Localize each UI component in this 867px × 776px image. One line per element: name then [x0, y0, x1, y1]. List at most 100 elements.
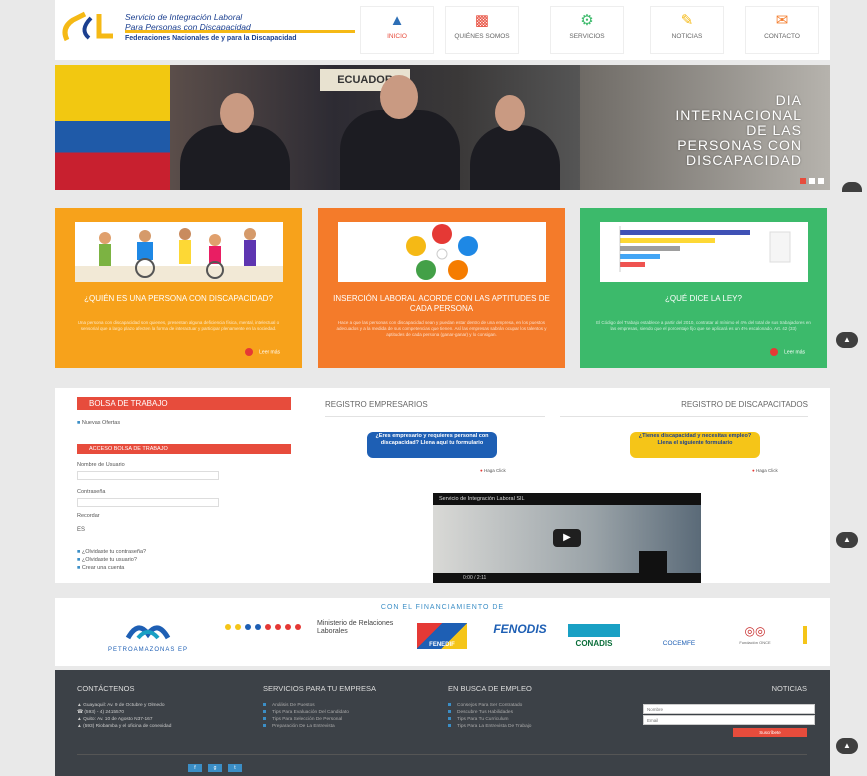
card-image — [75, 222, 283, 282]
discapacitados-click-link[interactable]: ● Haga Click — [752, 468, 778, 473]
gears-icon: ⚙ — [580, 12, 594, 29]
scroll-top-button[interactable]: ▲ — [836, 532, 858, 548]
logo-divider — [125, 30, 355, 33]
nav-inicio[interactable]: ▲ INICIO — [360, 6, 434, 54]
jobs-link[interactable]: Descubre Tus Habilidades — [448, 709, 628, 716]
read-more-link[interactable]: Leer más — [770, 348, 805, 356]
card-body: Una persona con discapacidad son quienes… — [77, 320, 280, 331]
facebook-icon[interactable]: f — [188, 764, 202, 772]
envelope-icon: ✉ — [775, 12, 789, 29]
jobs-link[interactable]: Tips Para La Entrevista De Trabajo — [448, 723, 628, 730]
bullet-icon — [263, 717, 266, 721]
twitter-icon[interactable]: t — [228, 764, 242, 772]
card-body: El Código del Trabajo establece a partir… — [596, 320, 811, 331]
video-time: 0:00 / 2:11 — [433, 573, 701, 583]
nav-label: NOTICIAS — [671, 33, 703, 40]
read-more-label: Leer más — [259, 349, 280, 356]
scroll-top-button[interactable]: ▲ — [836, 332, 858, 348]
nuevas-ofertas-link[interactable]: ■ Nuevas Ofertas — [77, 420, 120, 426]
logo-cocemfe[interactable]: COCEMFE — [650, 624, 708, 650]
bullet-icon — [448, 724, 451, 728]
slide-dot[interactable] — [818, 178, 824, 184]
logo-conadis[interactable]: CONADIS — [568, 624, 620, 650]
discapacitados-cta-button[interactable]: ¿Tienes discapacidad y necesitas empleo?… — [630, 432, 760, 458]
sitemap-icon: ▩ — [474, 12, 490, 29]
logo-partial — [803, 626, 807, 644]
newsletter-email-input[interactable] — [643, 715, 815, 725]
link-label: Descubre Tus Habilidades — [457, 710, 513, 715]
services-link[interactable]: Tips Para Selección De Personal — [263, 716, 433, 723]
forgot-username-link[interactable]: ■ ¿Olvidaste tu usuario? — [77, 556, 146, 564]
newsletter-name-input[interactable] — [643, 704, 815, 714]
play-icon[interactable]: ▶ — [553, 529, 581, 547]
services-link[interactable]: Preparación De La Entrevista — [263, 723, 433, 730]
jobs-list: Consejos Para Ser Contratado Descubre Tu… — [448, 702, 628, 730]
contact-line: ▲ Quito: Av. 10 de Agosto N37-167 — [77, 717, 153, 722]
logo-label: PETROAMAZONAS EP — [107, 647, 188, 653]
contact-line: ▲ (593) Riobamba y el oficina de conexid… — [77, 724, 172, 729]
card-title: ¿QUÉ DICE LA LEY? — [665, 294, 742, 303]
person-face — [495, 95, 525, 131]
person-icon: ▲ — [389, 12, 405, 29]
link-label: Haga Click — [755, 468, 778, 473]
link-label: Análisis De Puestos — [272, 703, 315, 708]
contact-text: (593) Riobamba y el oficina de conexidad — [83, 724, 172, 729]
empresarios-cta-button[interactable]: ¿Eres empresario y requieres personal co… — [367, 432, 497, 458]
link-label: Tips Para Evaluación Del Candidato — [272, 710, 349, 715]
chevron-up-icon: ▲ — [843, 535, 851, 544]
logo-fenodis[interactable]: FENODIS — [485, 622, 555, 650]
plus-circle-icon: ● — [752, 468, 755, 473]
forgot-password-link[interactable]: ■ ¿Olvidaste tu contraseña? — [77, 548, 146, 556]
link-label: ¿Olvidaste tu contraseña? — [81, 549, 147, 555]
nav-contacto[interactable]: ✉ CONTACTO — [745, 6, 819, 54]
nav-servicios[interactable]: ⚙ SERVICIOS — [550, 6, 624, 54]
read-more-link[interactable]: Leer más — [245, 348, 280, 356]
account-links: ■ ¿Olvidaste tu contraseña? ■ ¿Olvidaste… — [77, 548, 146, 572]
slide-dot[interactable] — [809, 178, 815, 184]
card-body: Hace a que las personas con discapacidad… — [336, 320, 547, 337]
contact-title: CONTÁCTENOS — [77, 684, 135, 693]
scroll-top-button[interactable] — [842, 182, 862, 192]
contact-text: Guayaquil: Av. 9 de Octubre y Olmedo — [83, 703, 165, 708]
site-header: Servicio de Integración Laboral Para Pers… — [55, 0, 830, 60]
jobs-link[interactable]: Tips Para Tu Curriculum — [448, 716, 628, 723]
services-link[interactable]: Análisis De Puestos — [263, 702, 433, 709]
card-que-dice-la-ley: ¿QUÉ DICE LA LEY? El Código del Trabajo … — [580, 208, 827, 368]
contact-line: ▲ Guayaquil: Av. 9 de Octubre y Olmedo — [77, 703, 165, 708]
logo-fenedif[interactable]: FENEDIF — [417, 623, 467, 649]
logo-petroamazonas[interactable]: PETROAMAZONAS EP — [83, 620, 213, 653]
scroll-top-button[interactable]: ▲ — [836, 738, 858, 754]
remember-checkbox[interactable]: ES — [77, 527, 85, 533]
sil-logo[interactable] — [59, 10, 117, 44]
subscribe-button[interactable]: Suscríbete — [733, 728, 807, 737]
funding-section: CON EL FINANCIAMIENTO DE PETROAMAZONAS E… — [55, 598, 830, 666]
read-more-label: Leer más — [784, 349, 805, 356]
card-insercion-laboral: INSERCIÓN LABORAL ACORDE CON LAS APTITUD… — [318, 208, 565, 368]
video-player[interactable]: Servicio de Integración Laboral SIL ▶ 0:… — [433, 493, 701, 583]
services-title: SERVICIOS PARA TU EMPRESA — [263, 684, 376, 693]
services-list: Análisis De Puestos Tips Para Evaluación… — [263, 702, 433, 730]
logo-label: Ministerio de Relaciones Laborales — [317, 620, 394, 635]
hero-title: DIA INTERNACIONAL DE LAS PERSONAS CON DI… — [675, 92, 802, 168]
card-image — [600, 222, 808, 282]
nav-noticias[interactable]: ✎ NOTICIAS — [650, 6, 724, 54]
middle-section: BOLSA DE TRABAJO ■ Nuevas Ofertas ACCESO… — [55, 388, 830, 583]
services-link[interactable]: Tips Para Evaluación Del Candidato — [263, 709, 433, 716]
contact-info: ▲ Guayaquil: Av. 9 de Octubre y Olmedo ☎… — [77, 702, 247, 730]
acceso-header: ACCESO BOLSA DE TRABAJO — [77, 444, 291, 454]
jobs-link[interactable]: Consejos Para Ser Contratado — [448, 702, 628, 709]
google-plus-icon[interactable]: g — [208, 764, 222, 772]
logo-fundacion-once[interactable]: ◎◎ Fundación ONCE — [725, 622, 785, 650]
nav-quienes-somos[interactable]: ▩ QUIÉNES SOMOS — [445, 6, 519, 54]
slide-dot[interactable] — [800, 178, 806, 184]
person-silhouette — [180, 125, 290, 190]
empresarios-click-link[interactable]: ● Haga Click — [480, 468, 506, 473]
footer-divider — [77, 754, 807, 755]
person-face — [220, 93, 254, 133]
logo-ministerio[interactable]: Ministerio de Relaciones Laborales — [222, 620, 422, 650]
hero-slider[interactable]: ECUADOR DIA INTERNACIONAL DE LAS PERSONA… — [55, 65, 830, 190]
password-input[interactable] — [77, 498, 219, 507]
username-input[interactable] — [77, 471, 219, 480]
link-label: ¿Olvidaste tu usuario? — [81, 557, 137, 563]
create-account-link[interactable]: ■ Crear una cuenta — [77, 564, 146, 572]
